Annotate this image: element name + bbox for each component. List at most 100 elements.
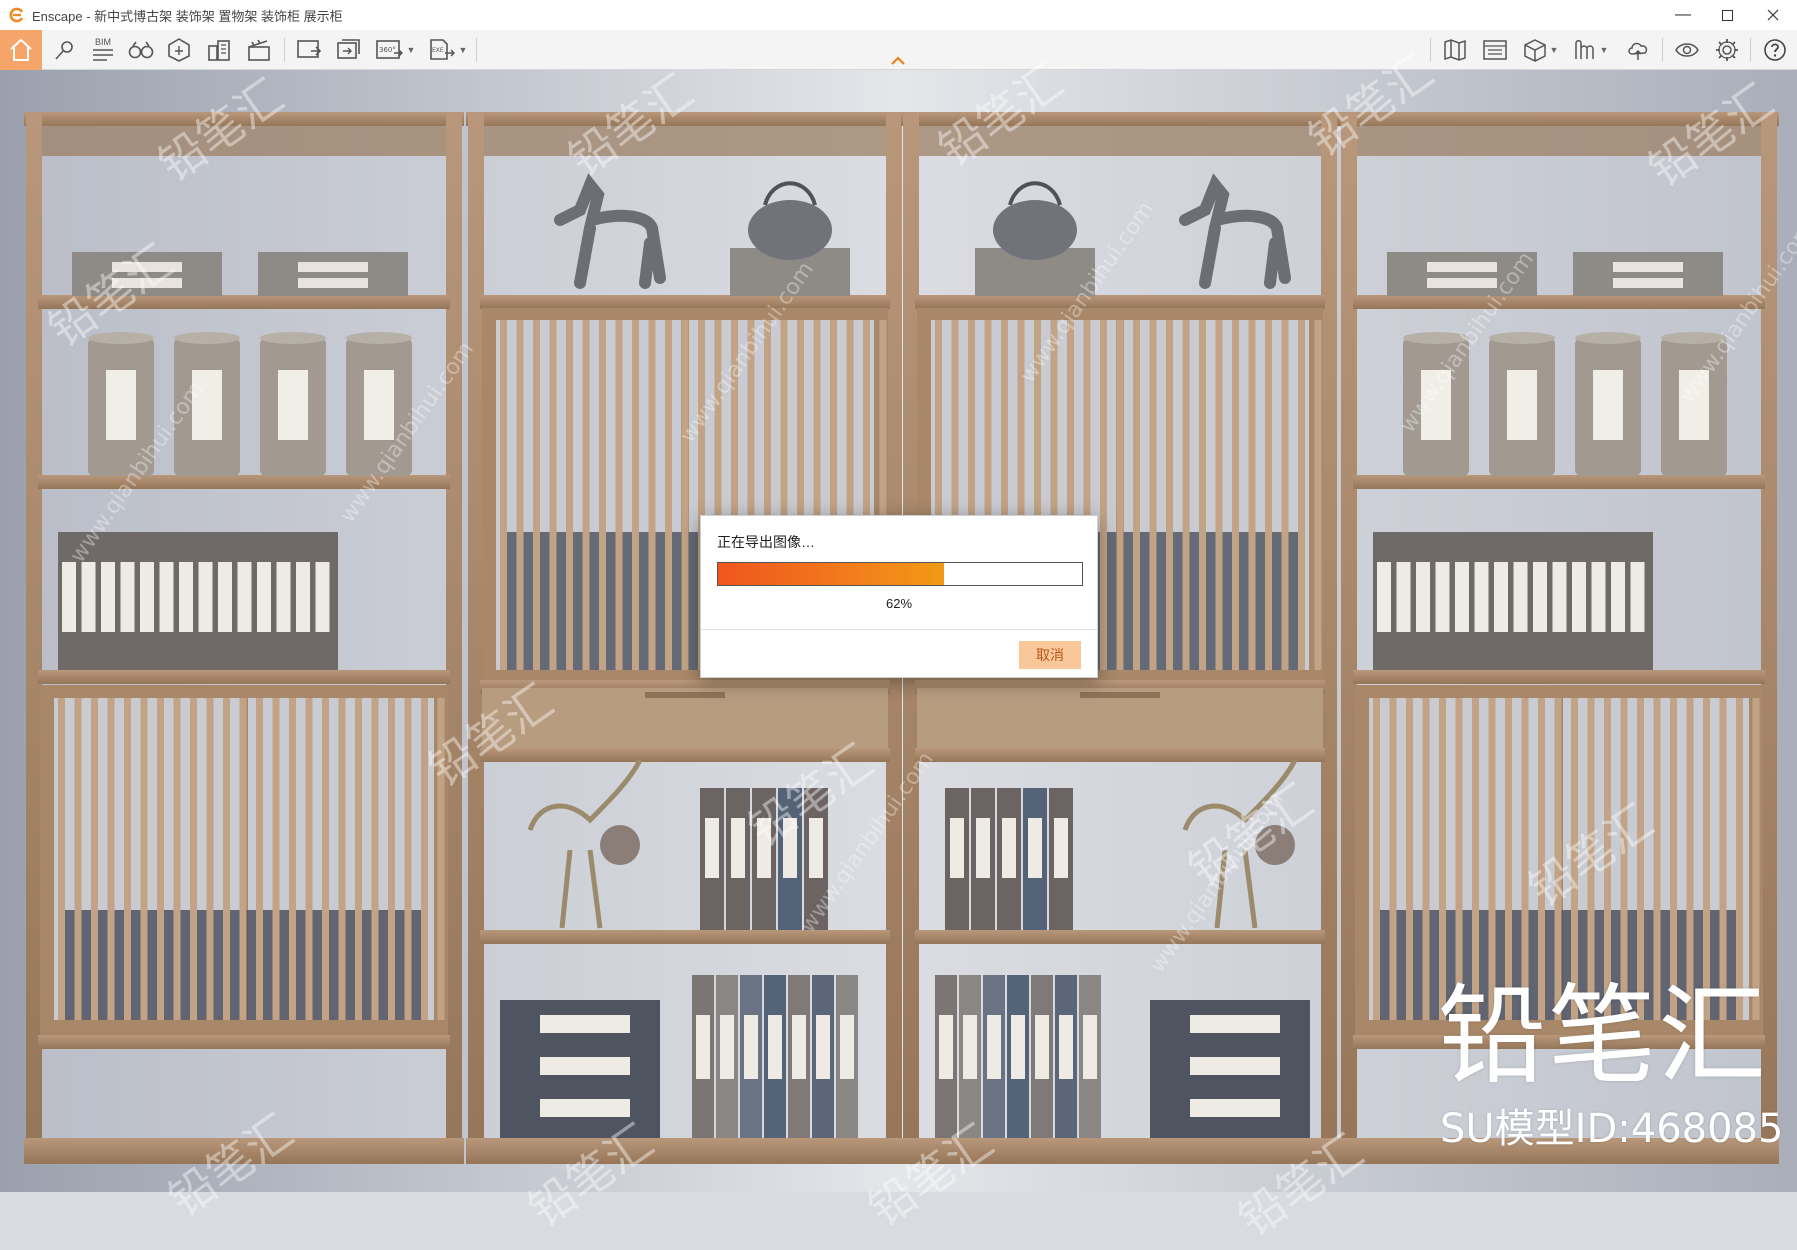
lattice-slat bbox=[1166, 320, 1173, 670]
map-button[interactable] bbox=[1438, 35, 1472, 65]
canister-lid bbox=[174, 332, 240, 344]
asset-library-icon bbox=[168, 38, 190, 62]
teapot bbox=[993, 200, 1077, 260]
lattice-slat bbox=[681, 320, 689, 670]
book-spine-label bbox=[976, 818, 990, 878]
shelf-board bbox=[915, 295, 1325, 309]
collapse-toolbar-button[interactable] bbox=[890, 54, 906, 66]
shelf-board bbox=[38, 475, 450, 489]
box-label bbox=[540, 1015, 630, 1033]
video-editor-button[interactable] bbox=[242, 35, 276, 65]
batch-render-button[interactable] bbox=[332, 35, 366, 65]
minimize-icon: — bbox=[1675, 6, 1691, 23]
book-spine-label bbox=[950, 818, 964, 878]
help-icon bbox=[1764, 39, 1786, 61]
cancel-button[interactable]: 取消 bbox=[1019, 641, 1081, 669]
book-spine-label bbox=[783, 818, 797, 878]
canister-label bbox=[364, 370, 394, 440]
material-editor-button[interactable]: ▼ bbox=[1568, 35, 1612, 65]
lattice-slat bbox=[1637, 698, 1644, 1020]
book-spine-label bbox=[1591, 562, 1606, 632]
book-spine-label bbox=[792, 1015, 806, 1079]
lattice-slat bbox=[289, 698, 296, 1020]
binoculars-button[interactable] bbox=[124, 35, 158, 65]
book-spine-label bbox=[1054, 818, 1068, 878]
lattice-slat bbox=[533, 320, 540, 670]
pin-icon bbox=[55, 41, 73, 60]
lattice-slat bbox=[223, 698, 230, 1020]
book-spine-label bbox=[198, 562, 213, 632]
visual-settings-button[interactable] bbox=[1670, 35, 1704, 65]
storage-box bbox=[258, 252, 408, 296]
lattice-slat bbox=[1199, 320, 1206, 670]
lattice-slat bbox=[1389, 698, 1397, 1020]
book-spine-label bbox=[1011, 1015, 1025, 1079]
lattice-slat bbox=[404, 698, 412, 1020]
lattice-slat bbox=[1373, 698, 1380, 1020]
bim-button[interactable]: BIM bbox=[86, 35, 120, 65]
chevron-down-icon: ▼ bbox=[1549, 45, 1559, 55]
close-button[interactable] bbox=[1749, 0, 1797, 30]
lattice-slat bbox=[648, 320, 656, 670]
help-button[interactable] bbox=[1758, 35, 1792, 65]
export-exe-button[interactable]: EXE ▼ bbox=[424, 35, 470, 65]
chevron-down-icon: ▼ bbox=[1599, 45, 1609, 55]
canister-label bbox=[192, 370, 222, 440]
lattice-slat bbox=[1133, 320, 1140, 670]
drawer-handle bbox=[1080, 692, 1160, 698]
screenshot-button[interactable] bbox=[292, 35, 326, 65]
box-label bbox=[1613, 262, 1683, 272]
lattice-slat bbox=[549, 320, 557, 670]
lattice-slat bbox=[516, 320, 524, 670]
views-button[interactable] bbox=[1478, 35, 1512, 65]
maximize-icon bbox=[1721, 9, 1733, 21]
views-icon bbox=[1483, 40, 1507, 60]
lattice-slat bbox=[206, 698, 214, 1020]
maximize-button[interactable] bbox=[1703, 0, 1751, 30]
lattice-slat bbox=[190, 698, 197, 1020]
box-label bbox=[1427, 262, 1497, 272]
home-button[interactable] bbox=[0, 30, 42, 70]
views-management-button[interactable]: ▼ bbox=[1518, 35, 1562, 65]
lattice-slat bbox=[91, 698, 98, 1020]
lattice-slat bbox=[157, 698, 164, 1020]
panorama-button[interactable]: 360° ▼ bbox=[372, 35, 418, 65]
lattice-slat bbox=[1439, 698, 1446, 1020]
lattice-slat bbox=[1703, 698, 1710, 1020]
pin-view-button[interactable] bbox=[48, 35, 82, 65]
lattice-slat bbox=[107, 698, 115, 1020]
brand-watermark: 铅笔汇 bbox=[1438, 974, 1769, 1099]
lattice-slat bbox=[1248, 320, 1256, 670]
book-spine-label bbox=[237, 562, 252, 632]
box-label bbox=[1190, 1099, 1280, 1117]
lattice-slat bbox=[632, 320, 639, 670]
canister-lid bbox=[1403, 332, 1469, 344]
lattice-slat bbox=[1116, 320, 1124, 670]
asset-library-button[interactable] bbox=[162, 35, 196, 65]
book-spine-label bbox=[1416, 562, 1430, 632]
box-label bbox=[112, 278, 182, 288]
lattice-slat bbox=[1265, 320, 1272, 670]
settings-button[interactable] bbox=[1710, 35, 1744, 65]
book-spine-label bbox=[62, 562, 76, 632]
lattice-slat bbox=[1472, 698, 1479, 1020]
list-icon bbox=[93, 48, 113, 61]
minimize-button[interactable]: — bbox=[1659, 0, 1707, 30]
shelf-post bbox=[1321, 112, 1337, 1160]
book-spine-label bbox=[744, 1015, 758, 1079]
buildings-button[interactable] bbox=[202, 35, 236, 65]
chevron-down-icon: ▼ bbox=[458, 45, 468, 55]
canister-label bbox=[1679, 370, 1709, 440]
book-spine-label bbox=[276, 562, 291, 632]
map-icon bbox=[1444, 39, 1466, 61]
book-spine-label bbox=[1083, 1015, 1097, 1079]
shelf-top-rail bbox=[466, 112, 904, 126]
lattice-slat bbox=[1686, 698, 1694, 1020]
book-spine-label bbox=[1494, 562, 1508, 632]
upload-button[interactable] bbox=[1622, 35, 1656, 65]
lattice-slat bbox=[1149, 320, 1157, 670]
canister-lid bbox=[88, 332, 154, 344]
lattice-slat bbox=[173, 698, 181, 1020]
lattice-slat bbox=[239, 698, 247, 1020]
book-spine-label bbox=[696, 1015, 710, 1079]
